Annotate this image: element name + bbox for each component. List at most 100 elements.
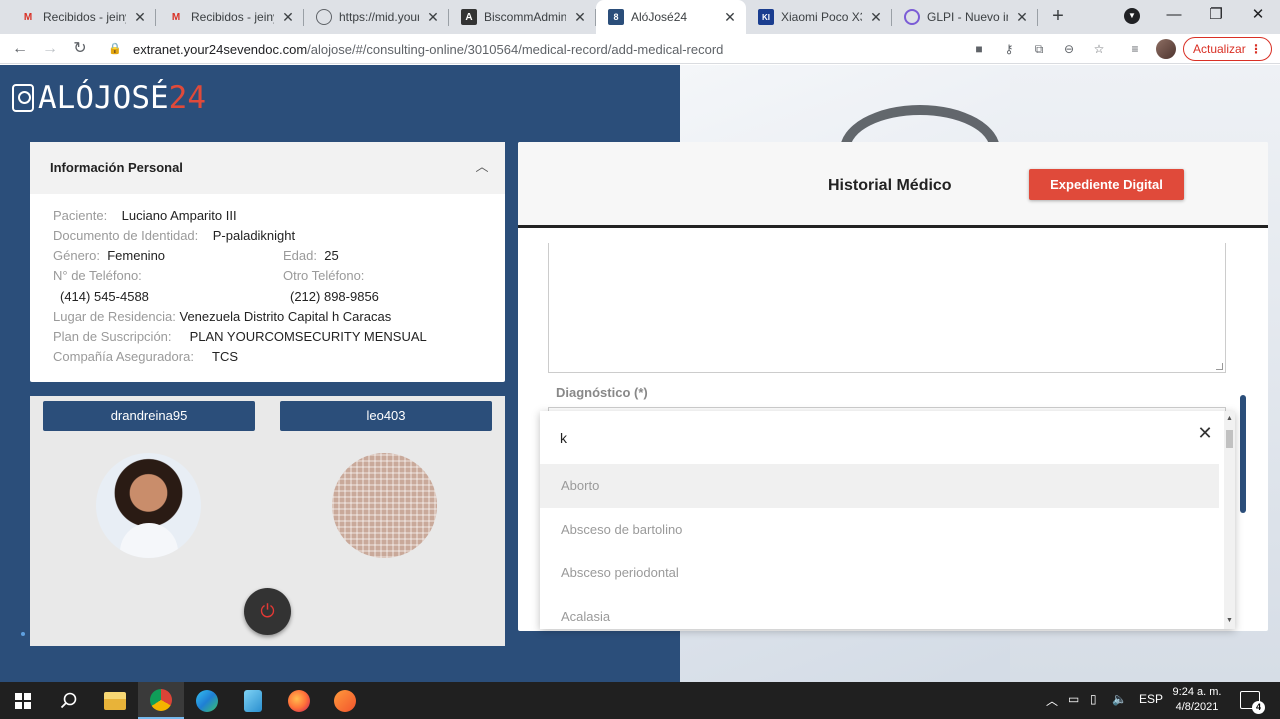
update-button[interactable]: Actualizar ⋮ <box>1183 37 1272 61</box>
url-text: extranet.your24sevendoc.com/alojose/#/co… <box>133 42 724 57</box>
doctor-user-button[interactable]: drandreina95 <box>43 401 255 431</box>
browser-tab-strip: M Recibidos - jeinyr ✕ M Recibidos - jei… <box>0 0 1280 34</box>
reload-icon[interactable]: ↻ <box>68 37 92 61</box>
star-icon[interactable]: ☆ <box>1090 40 1108 58</box>
patient-user-button[interactable]: leo403 <box>280 401 492 431</box>
notification-center-icon[interactable]: 4 <box>1240 691 1265 714</box>
close-window-icon[interactable]: ✕ <box>1238 0 1278 30</box>
tab-search-icon[interactable]: ▼ <box>1124 8 1140 24</box>
notes-textarea[interactable] <box>548 243 1226 373</box>
close-icon[interactable]: ✕ <box>1195 423 1215 443</box>
gender-value: Femenino <box>107 248 166 263</box>
personal-info-card: Información Personal ︿ Paciente: Luciano… <box>30 142 505 382</box>
diagnosis-option[interactable]: Acalasia <box>540 595 1219 629</box>
zoom-icon[interactable]: ⊖ <box>1060 40 1078 58</box>
taskbar-clock[interactable]: 9:24 a. m. 4/8/2021 <box>1166 685 1228 715</box>
medical-history-header: Historial Médico Expediente Digital <box>518 142 1268 228</box>
browser-tab-mid[interactable]: https://mid.your2 ✕ <box>304 0 449 34</box>
close-tab-icon[interactable]: ✕ <box>722 9 738 25</box>
browser-tab-gmail-2[interactable]: M Recibidos - jeinyg ✕ <box>156 0 304 34</box>
notes-icon <box>244 689 262 712</box>
close-tab-icon[interactable]: ✕ <box>868 9 884 25</box>
close-tab-icon[interactable]: ✕ <box>425 9 441 25</box>
browser-toolbar: ← → ↻ 🔒 extranet.your24sevendoc.com/aloj… <box>0 34 1280 64</box>
diagnosis-search-input[interactable] <box>560 428 1160 448</box>
age-row: Edad: 25 <box>283 248 339 263</box>
close-tab-icon[interactable]: ✕ <box>132 9 148 25</box>
clock-time: 9:24 a. m. <box>1172 686 1222 698</box>
camera-icon[interactable]: ■ <box>970 40 988 58</box>
diagnosis-search-box: ✕ <box>540 411 1225 461</box>
clock-date: 4/8/2021 <box>1175 701 1219 713</box>
phone-label-row: N° de Teléfono: <box>53 268 142 283</box>
taskbar-chrome[interactable] <box>138 682 184 719</box>
scroll-up-icon[interactable]: ▲ <box>1224 413 1235 424</box>
taskbar-edge[interactable] <box>184 682 230 719</box>
video-call-card: drandreina95 leo403 ⏻ <box>30 396 505 646</box>
power-icon: ⏻ <box>260 601 275 621</box>
residence-label: Lugar de Residencia: <box>53 309 176 324</box>
form-scrollbar-thumb[interactable] <box>1240 395 1246 513</box>
close-tab-icon[interactable]: ✕ <box>1014 9 1030 25</box>
diagnosis-label: Diagnóstico (*) <box>556 385 648 400</box>
other-phone-value-row: (212) 898-9856 <box>290 289 379 304</box>
search-button[interactable] <box>46 682 92 719</box>
brand-logo[interactable]: ALÓJOSÉ 24 <box>12 80 206 116</box>
personal-info-header[interactable]: Información Personal ︿ <box>30 142 505 194</box>
digital-record-button[interactable]: Expediente Digital <box>1029 169 1184 200</box>
forward-icon[interactable]: → <box>38 37 62 61</box>
new-tab-icon[interactable]: + <box>1046 5 1070 29</box>
reading-list-icon[interactable]: ≡ <box>1126 40 1144 58</box>
browser-tab-biscomm[interactable]: A BiscommAdmin ✕ <box>449 0 596 34</box>
profile-avatar[interactable] <box>1156 39 1176 59</box>
phone-value: (414) 545-4588 <box>60 289 149 304</box>
plan-label: Plan de Suscripción: <box>53 329 172 344</box>
browser-tab-alojose[interactable]: 8 AlóJosé24 ✕ <box>596 0 746 34</box>
medical-history-title: Historial Médico <box>828 177 952 194</box>
start-button[interactable] <box>0 682 46 719</box>
taskbar-file-explorer[interactable] <box>92 682 138 719</box>
indicator-dot <box>21 632 25 636</box>
end-call-button[interactable]: ⏻ <box>244 588 291 635</box>
taskbar-firefox[interactable] <box>276 682 322 719</box>
tab-title: Recibidos - jeinyr <box>43 10 126 24</box>
browser-tab-xiaomi[interactable]: KI Xiaomi Poco X3 N ✕ <box>746 0 892 34</box>
back-icon[interactable]: ← <box>8 37 32 61</box>
close-tab-icon[interactable]: ✕ <box>280 9 296 25</box>
minimize-icon[interactable]: — <box>1154 0 1194 30</box>
network-icon[interactable]: ▭ <box>1068 692 1079 706</box>
diagnosis-option[interactable]: Absceso de bartolino <box>540 508 1219 552</box>
scroll-down-icon[interactable]: ▼ <box>1224 615 1235 626</box>
search-icon <box>60 692 77 708</box>
tab-title: BiscommAdmin <box>484 10 566 24</box>
insurer-label: Compañía Aseguradora: <box>53 349 194 364</box>
patient-label: Paciente: <box>53 208 108 223</box>
plan-row: Plan de Suscripción: PLAN YOURCOMSECURIT… <box>53 329 427 344</box>
volume-icon[interactable]: 🔈 <box>1112 692 1127 706</box>
gmail-icon: M <box>23 11 33 23</box>
patient-avatar <box>332 453 437 558</box>
diagnosis-option[interactable]: Absceso periodontal <box>540 551 1219 595</box>
windows-icon <box>15 692 31 709</box>
language-indicator[interactable]: ESP <box>1139 692 1163 706</box>
maximize-icon[interactable]: ❐ <box>1196 0 1236 30</box>
translate-icon[interactable]: ⧉ <box>1030 40 1048 58</box>
key-icon[interactable]: ⚷ <box>1000 40 1018 58</box>
taskbar-app[interactable] <box>322 682 368 719</box>
folder-icon <box>104 691 126 710</box>
ki-icon: KI <box>758 9 774 25</box>
document-row: Documento de Identidad: P-paladiknight <box>53 228 295 243</box>
close-tab-icon[interactable]: ✕ <box>572 9 588 25</box>
residence-row: Lugar de Residencia: Venezuela Distrito … <box>53 309 391 324</box>
dropdown-scrollbar-thumb[interactable] <box>1226 430 1233 448</box>
chevron-up-icon[interactable]: ︿ <box>474 156 490 174</box>
battery-icon[interactable]: ▯ <box>1090 692 1097 706</box>
windows-taskbar: ︿ ▭ ▯ 🔈 ESP 9:24 a. m. 4/8/2021 4 <box>0 682 1280 719</box>
browser-tab-gmail-1[interactable]: M Recibidos - jeinyr ✕ <box>8 0 156 34</box>
tray-chevron-icon[interactable]: ︿ <box>1046 692 1058 709</box>
lock-icon: 🔒 <box>108 43 122 55</box>
taskbar-notes[interactable] <box>230 682 276 719</box>
address-bar[interactable]: 🔒 extranet.your24sevendoc.com/alojose/#/… <box>100 36 1116 62</box>
browser-tab-glpi[interactable]: GLPI - Nuevo inc ✕ <box>892 0 1038 34</box>
diagnosis-option[interactable]: Aborto <box>540 464 1219 508</box>
